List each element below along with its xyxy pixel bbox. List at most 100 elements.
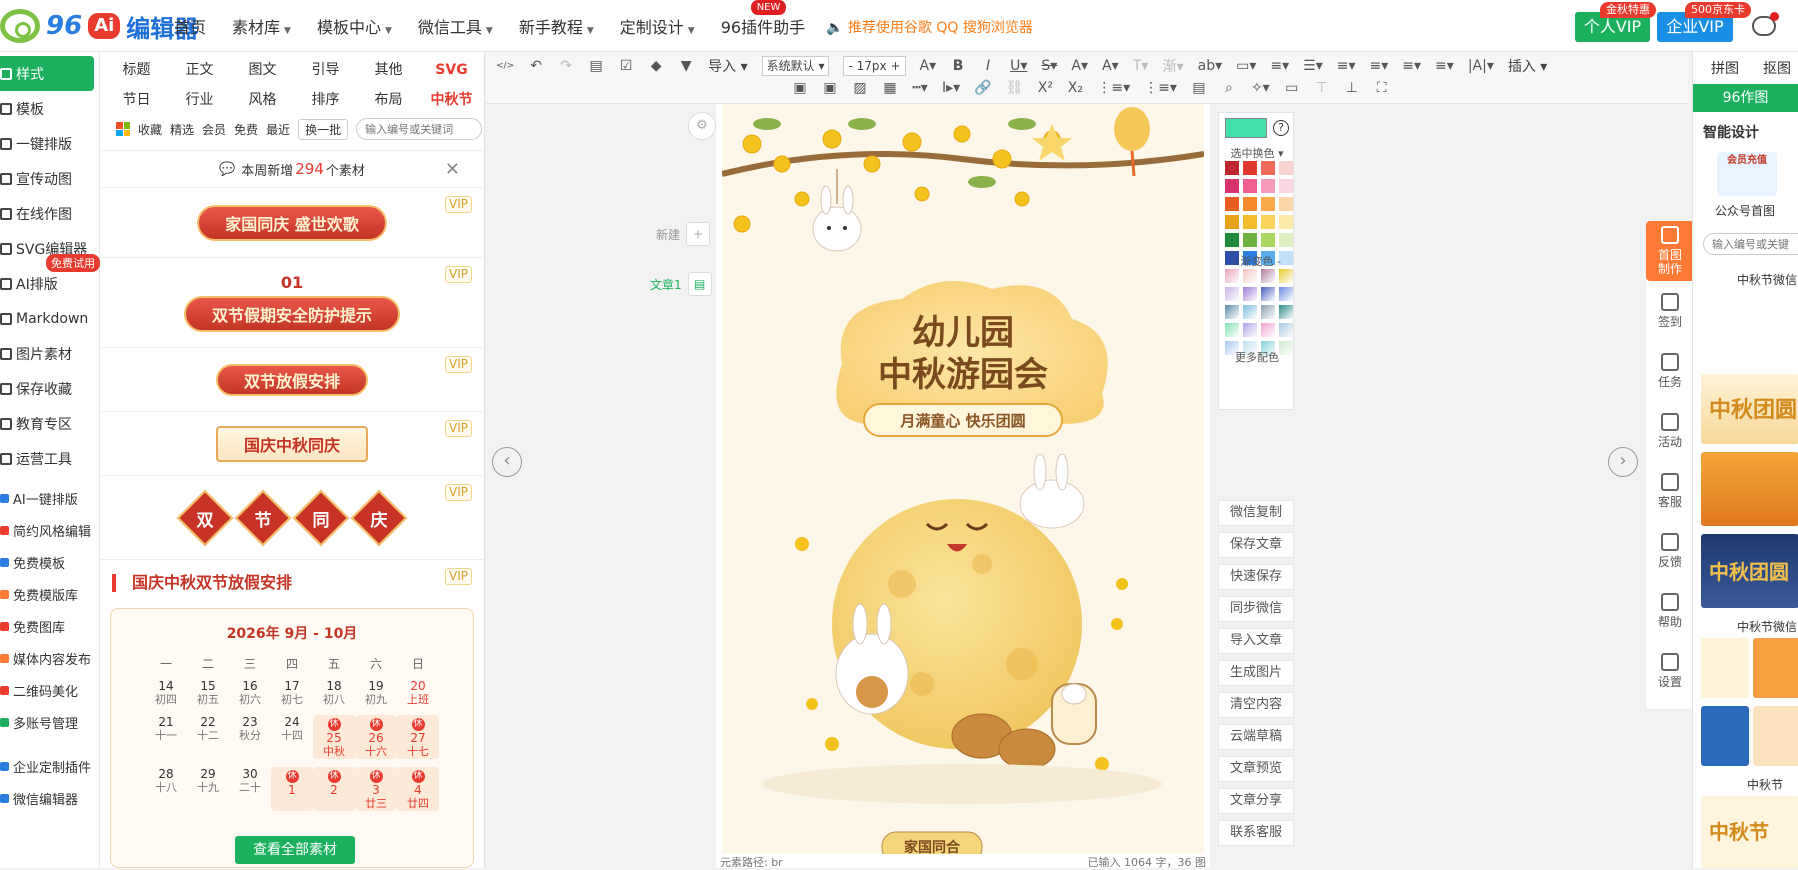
background-icon[interactable]: ▨	[852, 80, 868, 96]
right-tool[interactable]: 客服	[1646, 461, 1694, 521]
sidebar-item[interactable]: 图片素材	[0, 336, 99, 371]
find-icon[interactable]: ⌕	[1221, 80, 1237, 96]
cover-label[interactable]: 公众号首图	[1715, 202, 1798, 219]
thumbnail[interactable]: 中秋团圆	[1701, 374, 1798, 444]
letter-spacing-icon[interactable]: ab▾	[1198, 58, 1223, 74]
color-swatch[interactable]	[1243, 197, 1257, 211]
italic-icon[interactable]: I	[980, 58, 996, 74]
gradient-swatch[interactable]	[1225, 269, 1239, 283]
tab-collage[interactable]: 拼图	[1711, 58, 1739, 78]
gradient-swatch[interactable]	[1279, 269, 1293, 283]
fullscreen-icon[interactable]: ⛶	[1374, 80, 1390, 96]
superscript-icon[interactable]: X²	[1037, 80, 1053, 96]
right-tool[interactable]: 首图制作	[1646, 221, 1694, 281]
sidebar-item[interactable]: 样式	[0, 56, 94, 91]
gradient-swatch[interactable]	[1261, 287, 1275, 301]
sidebar-tool[interactable]: 企业定制插件	[0, 750, 99, 782]
thumbnail[interactable]: 中秋团圆	[1701, 534, 1798, 608]
right-tool[interactable]: 签到	[1646, 281, 1694, 341]
sidebar-item[interactable]: 保存收藏	[0, 371, 99, 406]
gradient-swatch[interactable]	[1261, 269, 1275, 283]
font-color-icon[interactable]: A▾	[1071, 58, 1088, 74]
color-swatch[interactable]	[1261, 197, 1275, 211]
gradient-swatch[interactable]	[1279, 287, 1293, 301]
nav-templates[interactable]: 模板中心 ▼	[317, 14, 392, 38]
nav-plugin[interactable]: 96插件助手 NEW	[721, 0, 805, 38]
category-tab[interactable]: 排序	[294, 88, 357, 112]
right-tool[interactable]: 设置	[1646, 641, 1694, 701]
unlink-icon[interactable]: ⛓	[1006, 80, 1024, 96]
format-painter-icon[interactable]: ▼	[678, 58, 694, 74]
chevron-left-icon[interactable]: ‹	[492, 447, 522, 477]
logo[interactable]: 96 Ai 编辑器	[0, 8, 198, 44]
category-tab[interactable]: 引导	[294, 58, 357, 82]
side-action-button[interactable]: 导入文章	[1218, 628, 1294, 654]
gradient-swatch[interactable]	[1279, 323, 1293, 337]
thumbnail[interactable]: 中秋节	[1701, 796, 1798, 868]
category-tab[interactable]: SVG	[420, 58, 483, 82]
divider-icon[interactable]: ┅▾	[912, 80, 928, 96]
gradient-swatch[interactable]	[1243, 323, 1257, 337]
side-action-button[interactable]: 同步微信	[1218, 596, 1294, 622]
select-recolor-label[interactable]: 选中换色 ▾	[1219, 145, 1295, 161]
filter-member[interactable]: 会员	[202, 121, 226, 138]
filter-free[interactable]: 免费	[234, 121, 258, 138]
color-swatch[interactable]	[1243, 179, 1257, 193]
sidebar-tool[interactable]: 媒体内容发布	[0, 642, 99, 674]
html-icon[interactable]: </>	[496, 61, 514, 71]
help-icon[interactable]: ?	[1273, 120, 1289, 136]
sidebar-tool[interactable]: 微信编辑器	[0, 782, 99, 814]
indent-icon[interactable]: ≡▾	[1402, 58, 1421, 74]
right-search-input[interactable]	[1703, 233, 1798, 255]
side-action-button[interactable]: 联系客服	[1218, 820, 1294, 846]
category-tab[interactable]: 其他	[357, 58, 420, 82]
undo-icon[interactable]: ↶	[528, 58, 544, 74]
calendar-material[interactable]: VIP 国庆中秋双节放假安排 2026年 9月 - 10月 一二三四五六日 14 初…	[100, 560, 484, 868]
paragraph-spacing-icon[interactable]: ≡▾	[1435, 58, 1454, 74]
right-tool[interactable]: 反馈	[1646, 521, 1694, 581]
category-tab[interactable]: 布局	[357, 88, 420, 112]
text-direction-icon[interactable]: |A|▾	[1468, 58, 1494, 74]
bold-icon[interactable]: B	[950, 58, 966, 74]
color-swatch[interactable]	[1261, 179, 1275, 193]
article-editor[interactable]: 幼儿园 中秋游园会 月满童心 快乐团圆 家国同合	[716, 104, 1210, 854]
sidebar-item[interactable]: 模板	[0, 91, 99, 126]
material-item[interactable]: VIP 家国同庆 盛世欢歌	[100, 188, 484, 258]
thumbnail[interactable]	[1701, 638, 1749, 698]
magic-icon[interactable]: ✧▾	[1251, 80, 1270, 96]
side-action-button[interactable]: 清空内容	[1218, 692, 1294, 718]
thumbnail[interactable]	[1701, 706, 1749, 766]
border-icon[interactable]: ▭▾	[1236, 58, 1256, 74]
side-action-button[interactable]: 保存文章	[1218, 532, 1294, 558]
color-swatch[interactable]	[1225, 233, 1239, 247]
more-colors-link[interactable]: 更多配色	[1219, 349, 1295, 365]
image-library-icon[interactable]: ▣	[822, 80, 838, 96]
category-tab[interactable]: 图文	[231, 58, 294, 82]
sidebar-tool[interactable]: 免费模版库	[0, 578, 99, 610]
comment-icon[interactable]: ▭	[1284, 80, 1300, 96]
color-swatch[interactable]	[1279, 161, 1293, 175]
category-tab[interactable]: 中秋节	[420, 88, 483, 112]
sidebar-tool[interactable]: 简约风格编辑	[0, 514, 99, 546]
clipboard-icon[interactable]: ▤	[1191, 80, 1207, 96]
sidebar-item[interactable]: Markdown	[0, 301, 99, 336]
cursor-icon[interactable]: I▸▾	[942, 80, 960, 96]
material-item[interactable]: VIP 双节放假安排	[100, 348, 484, 412]
save-doc-icon[interactable]: ▤	[588, 58, 604, 74]
filter-recent[interactable]: 最近	[266, 121, 290, 138]
category-tab[interactable]: 风格	[231, 88, 294, 112]
category-tab[interactable]: 节日	[105, 88, 168, 112]
font-family-select[interactable]: 系统默认 ▾	[761, 56, 830, 76]
gradient-swatch[interactable]	[1261, 323, 1275, 337]
strikethrough-icon[interactable]: S▾	[1041, 58, 1057, 74]
category-tab[interactable]: 标题	[105, 58, 168, 82]
side-action-button[interactable]: 文章预览	[1218, 756, 1294, 782]
right-tool[interactable]: 任务	[1646, 341, 1694, 401]
import-button[interactable]: 导入 ▾	[708, 56, 747, 76]
color-swatch[interactable]	[1243, 215, 1257, 229]
text-effect-icon[interactable]: T▾	[1133, 58, 1149, 74]
color-swatch[interactable]	[1225, 179, 1239, 193]
font-size-stepper[interactable]: - 17px +	[843, 56, 906, 76]
nav-home[interactable]: 首页	[174, 14, 206, 38]
material-item[interactable]: VIP 国庆中秋同庆	[100, 412, 484, 476]
